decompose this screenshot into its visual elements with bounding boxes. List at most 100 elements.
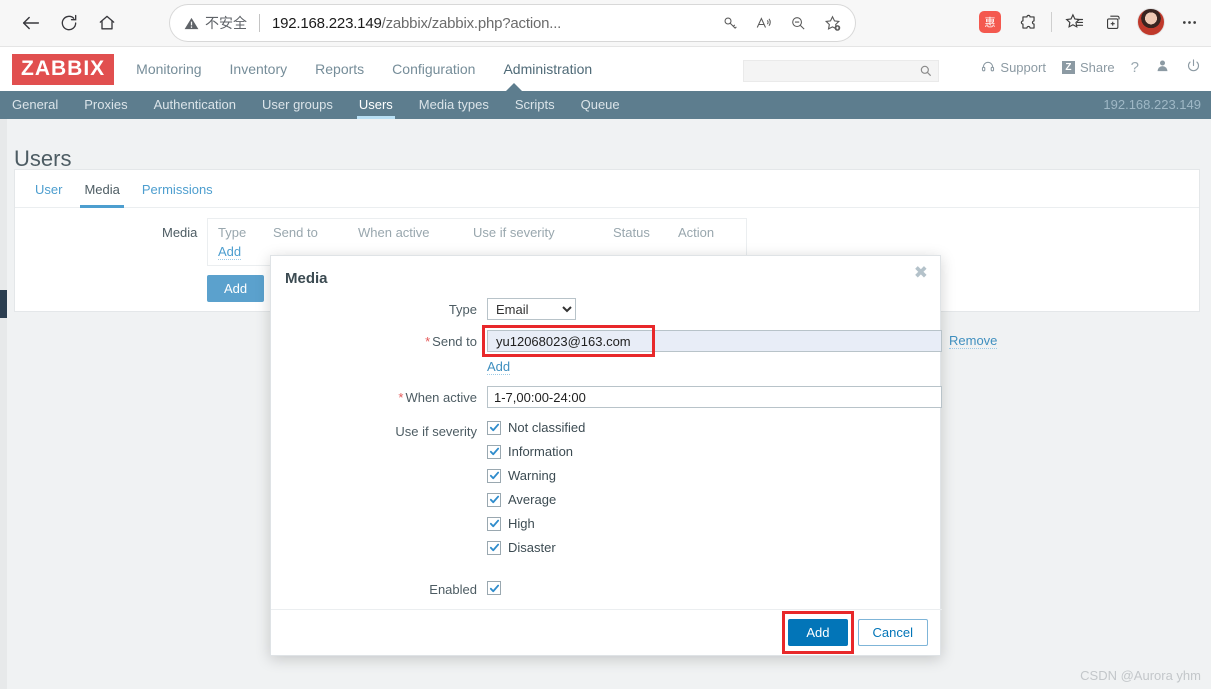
severity-warning[interactable]: Warning [487,468,585,483]
nav-item-monitoring[interactable]: Monitoring [136,55,201,83]
severity-average[interactable]: Average [487,492,585,507]
checkbox-checked-icon[interactable] [487,540,501,555]
sendto-remove-link[interactable]: Remove [949,333,998,349]
tab-permissions[interactable]: Permissions [142,182,213,207]
tab-user[interactable]: User [35,182,62,207]
modal-cancel-button[interactable]: Cancel [857,619,928,646]
tab-media[interactable]: Media [80,182,125,208]
col-use-if-severity: Use if severity [473,225,555,240]
required-marker: * [398,390,404,405]
zoom-out-icon[interactable] [781,6,815,40]
checkbox-checked-icon[interactable] [487,492,501,507]
severity-high[interactable]: High [487,516,585,531]
favorites-icon[interactable] [1057,4,1093,40]
share-badge-icon: Z [1061,60,1075,74]
severity-disaster[interactable]: Disaster [487,540,585,555]
type-select[interactable]: Email [487,298,576,320]
header-links: Support Z Share ? [981,58,1201,76]
enabled-checkbox[interactable] [487,581,501,595]
type-label: Type [448,302,477,317]
browser-toolbar: 不安全 192.168.223.149/zabbix/zabbix.php?ac… [0,0,1211,46]
zabbix-logo[interactable]: ZABBIX [12,53,115,85]
checkbox-checked-icon[interactable] [487,420,501,435]
whenactive-input[interactable] [487,386,942,408]
modal-footer: Add Cancel [271,609,942,655]
col-status: Status [613,225,650,240]
checkbox-checked-icon[interactable] [487,444,501,459]
checkbox-checked-icon[interactable] [487,468,501,483]
omnibox-divider [259,14,260,32]
page-title: Users [14,145,72,171]
sendto-add-link[interactable]: Add [487,359,511,375]
extension-red-icon[interactable]: 惠 [972,4,1008,40]
power-icon[interactable] [1186,58,1201,76]
required-marker: * [425,334,431,349]
left-scrollbar-thumb[interactable] [0,290,7,318]
severity-label-text: Disaster [508,540,556,555]
warning-triangle-icon [184,17,199,29]
not-secure-indicator[interactable]: 不安全 [184,13,247,33]
severity-not-classified[interactable]: Not classified [487,420,585,435]
left-scrollbar-track[interactable] [0,119,7,689]
severity-label: Use if severity [395,424,477,439]
toolbar-divider [1051,12,1052,32]
search-icon[interactable] [919,64,933,83]
subnav-item-proxies[interactable]: Proxies [82,92,129,118]
subnav-item-general[interactable]: General [10,92,60,118]
nav-item-configuration[interactable]: Configuration [392,55,475,83]
media-add-link[interactable]: Add [218,244,242,260]
col-action: Action [678,225,715,240]
checkbox-checked-icon[interactable] [487,516,501,531]
severity-information[interactable]: Information [487,444,585,459]
read-aloud-icon[interactable] [747,6,781,40]
close-icon[interactable]: ✖ [910,260,932,285]
key-icon[interactable] [713,6,747,40]
sendto-value: yu12068023@163.com [496,333,631,349]
sendto-input[interactable]: yu12068023@163.com [487,330,942,352]
modal-add-button[interactable]: Add [788,619,848,646]
subnav-item-queue[interactable]: Queue [579,92,622,118]
subnav-item-scripts[interactable]: Scripts [513,92,557,118]
sendto-wrapper: yu12068023@163.com Remove Add [482,325,998,376]
nav-item-reports[interactable]: Reports [315,55,364,83]
type-row: Type Email [271,298,942,320]
col-type: Type [218,225,247,240]
reload-icon[interactable] [50,4,88,42]
extension-puzzle-icon[interactable] [1010,4,1046,40]
nav-item-administration[interactable]: Administration [503,55,592,83]
severity-checkbox-group: Not classified Information Warning Avera… [487,420,585,564]
help-link[interactable]: ? [1131,59,1139,76]
url-text: 192.168.223.149/zabbix/zabbix.php?action… [272,15,561,32]
share-link[interactable]: Z Share [1061,60,1115,75]
zabbix-header: ZABBIX Monitoring Inventory Reports Conf… [0,46,1211,91]
subnav-item-user-groups[interactable]: User groups [260,92,335,118]
back-arrow-icon[interactable] [12,4,50,42]
col-when-active: When active [358,225,430,240]
user-icon[interactable] [1155,58,1170,76]
collections-icon[interactable] [1095,4,1131,40]
not-secure-label: 不安全 [205,15,247,31]
subnav-item-authentication[interactable]: Authentication [152,92,238,118]
home-icon[interactable] [88,4,126,42]
subnav-item-users[interactable]: Users [356,92,395,119]
more-icon[interactable] [1171,4,1207,40]
enabled-row: Enabled [271,578,942,597]
support-link[interactable]: Support [981,60,1046,75]
avatar[interactable] [1133,4,1169,40]
search-box[interactable] [743,60,939,82]
search-input[interactable] [748,62,918,80]
severity-row: Use if severity Not classified Informati… [271,420,942,564]
main-navigation: Monitoring Inventory Reports Configurati… [136,55,592,83]
extension-red-badge: 惠 [979,11,1001,33]
add-favorite-icon[interactable] [815,6,849,40]
whenactive-label-text: When active [405,390,477,405]
address-bar[interactable]: 不安全 192.168.223.149/zabbix/zabbix.php?ac… [170,5,855,41]
modal-title: Media [285,270,328,287]
nav-item-inventory[interactable]: Inventory [230,55,288,83]
omnibox-icons [713,6,849,40]
server-ip-label: 192.168.223.149 [1103,97,1201,112]
severity-label-text: Information [508,444,574,459]
form-add-button[interactable]: Add [207,275,265,302]
subnav-item-media-types[interactable]: Media types [417,92,491,118]
tab-bar: User Media Permissions [15,170,1199,208]
